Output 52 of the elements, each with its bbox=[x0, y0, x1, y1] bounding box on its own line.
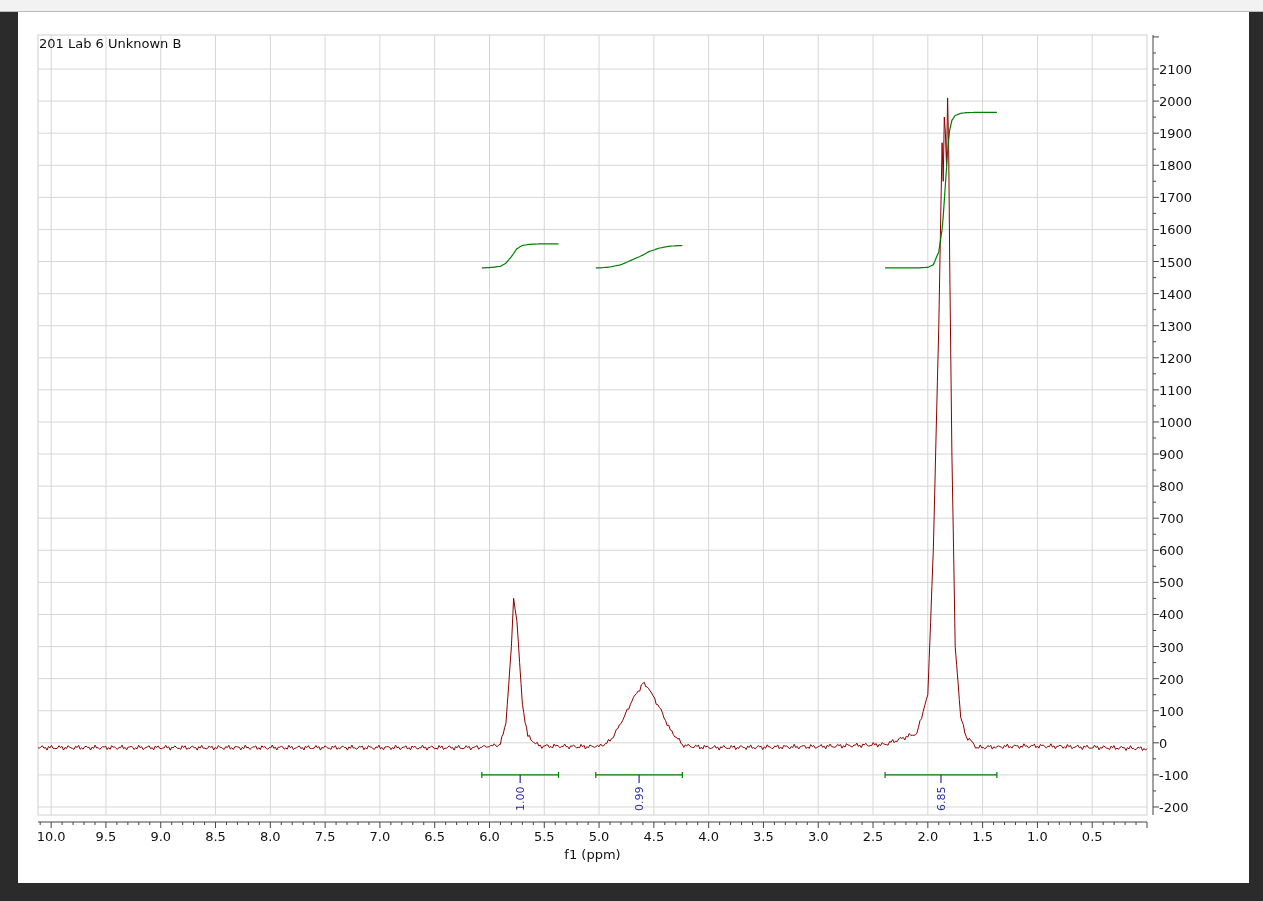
axis-tick-label: 5.0 bbox=[588, 829, 610, 844]
axis-tick-label: 4.0 bbox=[698, 829, 719, 844]
axis-tick-label: 900 bbox=[1159, 447, 1184, 463]
axis-tick-label: 1700 bbox=[1159, 190, 1193, 206]
axis-tick-label: 6.0 bbox=[479, 829, 500, 844]
axis-tick-label: 700 bbox=[1159, 511, 1184, 527]
axis-tick-label: 400 bbox=[1159, 607, 1184, 623]
integral-marker bbox=[519, 774, 521, 784]
integral-marker bbox=[638, 774, 640, 784]
axis-tick-label: 1600 bbox=[1159, 222, 1193, 238]
axis-tick-label: 1100 bbox=[1159, 382, 1193, 398]
axis-tick-label: 1300 bbox=[1159, 318, 1193, 334]
axis-tick-label: 7.0 bbox=[369, 829, 391, 844]
axis-tick-label: 2.0 bbox=[917, 829, 939, 844]
integral-value: 0.99 bbox=[633, 786, 647, 811]
axis-tick-label: 200 bbox=[1159, 671, 1184, 687]
axis-tick-label: 7.5 bbox=[314, 829, 336, 844]
axis-tick-label: 1200 bbox=[1159, 350, 1193, 366]
axis-tick-label: 1000 bbox=[1159, 414, 1193, 430]
integral-marker bbox=[940, 774, 942, 784]
axis-tick-label: 2.5 bbox=[862, 829, 884, 844]
axis-tick-label: 8.5 bbox=[205, 829, 226, 844]
axis-tick-label: -200 bbox=[1159, 800, 1189, 815]
plot-title: 201 Lab 6 Unknown B bbox=[39, 36, 182, 51]
axis-tick-label: 1.0 bbox=[1027, 829, 1048, 844]
axis-tick-label: 5.5 bbox=[533, 829, 555, 844]
axis-tick-label: 500 bbox=[1159, 575, 1184, 591]
axis-tick-label: 0 bbox=[1159, 735, 1168, 751]
axis-title: f1 (ppm) bbox=[564, 847, 621, 862]
axis-tick-label: 9.0 bbox=[150, 829, 172, 844]
axis-tick-label: 1400 bbox=[1159, 286, 1193, 302]
axis-tick-label: 9.5 bbox=[95, 829, 117, 844]
axis-tick-label: 8.0 bbox=[260, 829, 281, 844]
axis-tick-label: 10.0 bbox=[36, 829, 66, 844]
axis-tick-label: 1900 bbox=[1159, 126, 1193, 142]
axis-tick-label: 6.5 bbox=[424, 829, 446, 844]
axis-tick-label: 600 bbox=[1159, 543, 1184, 559]
axis-tick-label: 2000 bbox=[1159, 94, 1193, 110]
axis-tick-label: 2100 bbox=[1159, 62, 1193, 77]
integral-value: 1.00 bbox=[514, 786, 528, 811]
axis-tick-label: 3.0 bbox=[807, 829, 829, 844]
axis-tick-label: 3.5 bbox=[753, 829, 774, 844]
axis-tick-label: 800 bbox=[1159, 479, 1184, 495]
axis-tick-label: 1.5 bbox=[972, 829, 993, 844]
axis-tick-label: 1800 bbox=[1159, 158, 1193, 174]
axis-tick-label: 0.5 bbox=[1081, 829, 1103, 844]
axis-tick-label: 300 bbox=[1159, 639, 1184, 655]
axis-tick-label: -100 bbox=[1159, 767, 1189, 783]
axis-tick-label: 1500 bbox=[1159, 254, 1193, 270]
integral-value: 6.85 bbox=[935, 786, 948, 811]
axis-tick-label: 100 bbox=[1159, 703, 1184, 719]
axis-tick-label: 4.5 bbox=[643, 829, 665, 844]
